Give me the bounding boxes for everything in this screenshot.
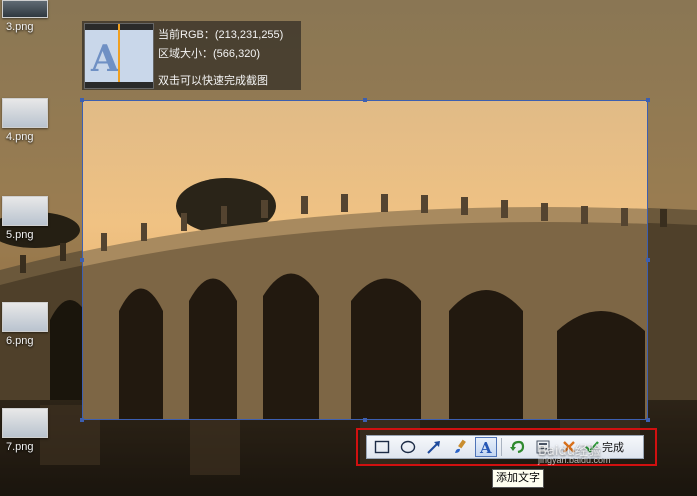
file-icon-7[interactable]: 7.png [2, 408, 50, 453]
file-icon-5[interactable]: 5.png [2, 196, 50, 241]
magnifier-preview: A [84, 23, 154, 89]
resize-handle-top[interactable] [363, 98, 367, 102]
resize-handle-tl[interactable] [80, 98, 84, 102]
file-label: 6.png [6, 335, 34, 347]
file-label: 3.png [6, 21, 34, 33]
file-thumbnail [2, 0, 48, 18]
watermark-url: jingyan.baidu.com [538, 455, 611, 465]
file-thumbnail [2, 98, 48, 128]
brush-icon [455, 439, 466, 453]
undo-button[interactable] [506, 437, 528, 457]
capture-toolbar-highlight: A 完成 [356, 428, 657, 466]
ellipse-icon [400, 440, 416, 454]
text-tool-button[interactable]: A [475, 437, 497, 457]
current-rgb-text: 当前RGB：(213,231,255) [158, 29, 284, 41]
double-click-hint: 双击可以快速完成截图 [158, 75, 268, 87]
rectangle-tool-button[interactable] [371, 437, 393, 457]
ellipse-tool-button[interactable] [397, 437, 419, 457]
text-icon: A [479, 439, 492, 455]
file-label: 4.png [6, 131, 34, 143]
file-icon-3[interactable]: 3.png [2, 0, 50, 33]
brush-tool-button[interactable] [449, 437, 471, 457]
resize-handle-tr[interactable] [646, 98, 650, 102]
undo-icon [510, 440, 525, 454]
file-thumbnail [2, 408, 48, 438]
resize-handle-right[interactable] [646, 258, 650, 262]
resize-handle-bottom[interactable] [363, 418, 367, 422]
resize-handle-br[interactable] [646, 418, 650, 422]
file-label: 7.png [6, 441, 34, 453]
arrow-tool-button[interactable] [423, 437, 445, 457]
file-thumbnail [2, 302, 48, 332]
file-thumbnail [2, 196, 48, 226]
file-icon-4[interactable]: 4.png [2, 98, 50, 143]
file-icon-6[interactable]: 6.png [2, 302, 50, 347]
region-size-text: 区域大小：(566,320) [158, 48, 261, 60]
file-label: 5.png [6, 229, 34, 241]
rectangle-icon [374, 440, 390, 454]
toolbar-separator [501, 438, 502, 456]
resize-handle-bl[interactable] [80, 418, 84, 422]
resize-handle-left[interactable] [80, 258, 84, 262]
svg-text:A: A [479, 439, 492, 455]
finish-label: 完成 [602, 442, 624, 454]
selection-photo [83, 101, 647, 419]
arrow-icon [427, 441, 440, 454]
capture-info-panel: A 当前RGB：(213,231,255) 区域大小：(566,320) 双击可… [82, 21, 301, 90]
magnified-text-icon: A [91, 38, 119, 80]
text-tool-tooltip: 添加文字 [492, 469, 544, 488]
capture-selection[interactable] [82, 100, 648, 420]
